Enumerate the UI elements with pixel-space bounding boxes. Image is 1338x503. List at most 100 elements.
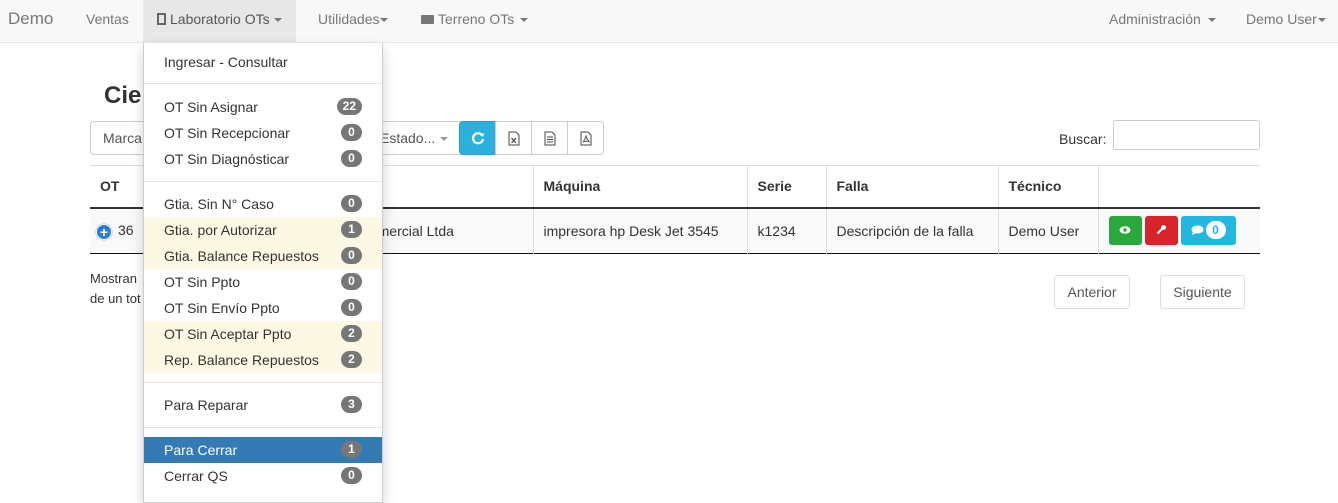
comment-icon xyxy=(1191,225,1203,236)
count-badge: 0 xyxy=(341,150,362,167)
menu-item-label: OT Sin Recepcionar xyxy=(164,125,290,141)
caret-down-icon xyxy=(380,18,389,23)
nav-terreno-label: Terreno OTs xyxy=(438,11,515,27)
export-document-button[interactable] xyxy=(531,121,568,155)
cell-actions: 0 xyxy=(1097,207,1260,254)
count-badge: 1 xyxy=(341,441,362,458)
nav-utilidades-label: Utilidades xyxy=(318,11,380,27)
menu-item-label: Gtia. Sin N° Caso xyxy=(164,196,274,212)
menu-item-label: OT Sin Asignar xyxy=(164,99,258,115)
cell-tecnico: Demo User xyxy=(997,207,1098,254)
nav-utilidades[interactable]: Utilidades xyxy=(318,0,389,42)
refresh-icon xyxy=(471,132,484,145)
pdf-icon xyxy=(580,131,591,145)
menu-item-ingresar-consultar[interactable]: Ingresar - Consultar xyxy=(144,49,382,75)
count-badge: 2 xyxy=(341,325,362,342)
menu-item-para-reparar[interactable]: Para Reparar 3 xyxy=(144,392,382,418)
count-badge: 0 xyxy=(341,273,362,290)
nav-user-menu[interactable]: Demo User xyxy=(1246,0,1326,42)
menu-item-label: OT Sin Ppto xyxy=(164,274,241,290)
wrench-icon xyxy=(1156,225,1166,235)
marca-select[interactable]: Marca xyxy=(90,121,150,155)
menu-item-label: OT Sin Diagnósticar xyxy=(164,151,290,167)
nav-laboratorio-label: Laboratorio OTs xyxy=(170,11,270,27)
export-button-group xyxy=(459,121,604,155)
cell-ot: +36 xyxy=(90,208,145,254)
menu-item-label: Para Cerrar xyxy=(164,442,238,458)
col-header-tecnico[interactable]: Técnico xyxy=(997,165,1098,208)
caret-down-icon xyxy=(273,18,282,23)
refresh-button[interactable] xyxy=(459,121,496,155)
menu-item-ot-sin-envio-ppto[interactable]: OT Sin Envío Ppto 0 xyxy=(144,295,382,321)
menu-divider xyxy=(144,181,382,182)
nav-terreno-ots[interactable]: Terreno OTs xyxy=(421,0,529,42)
building-icon xyxy=(157,13,166,25)
table-info-line2: de un tot xyxy=(90,291,141,306)
export-pdf-button[interactable] xyxy=(567,121,604,155)
table-info-line1: Mostran xyxy=(90,271,137,286)
menu-item-ot-sin-ppto[interactable]: OT Sin Ppto 0 xyxy=(144,269,382,295)
search-label: Buscar: xyxy=(1059,131,1107,147)
count-badge: 0 xyxy=(341,299,362,316)
export-excel-button[interactable] xyxy=(495,121,532,155)
nav-ventas[interactable]: Ventas xyxy=(86,0,129,42)
menu-item-ot-sin-aceptar-ppto[interactable]: OT Sin Aceptar Ppto 2 xyxy=(144,321,382,347)
estado-select-label: Estado... xyxy=(380,130,436,146)
col-header-maquina[interactable]: Máquina xyxy=(532,165,747,208)
comments-button[interactable]: 0 xyxy=(1180,216,1236,246)
menu-item-gtia-sin-caso[interactable]: Gtia. Sin N° Caso 0 xyxy=(144,191,382,217)
menu-item-label: Cerrar QS xyxy=(164,468,228,484)
navbar: Demo Ventas Laboratorio OTs Utilidades T… xyxy=(0,0,1338,43)
caret-down-icon xyxy=(1207,18,1216,23)
menu-item-para-cerrar[interactable]: Para Cerrar 1 xyxy=(144,437,382,463)
menu-item-rep-balance-repuestos[interactable]: Rep. Balance Repuestos 2 xyxy=(144,347,382,373)
truck-icon xyxy=(421,15,434,24)
count-badge: 2 xyxy=(341,351,362,368)
page-title: Cie xyxy=(104,82,142,109)
count-badge: 0 xyxy=(341,195,362,212)
menu-item-label: OT Sin Aceptar Ppto xyxy=(164,326,292,342)
count-badge: 22 xyxy=(336,98,362,115)
menu-item-ot-sin-diagnosticar[interactable]: OT Sin Diagnósticar 0 xyxy=(144,146,382,172)
menu-item-label: OT Sin Envío Ppto xyxy=(164,300,280,316)
menu-item-label: Rep. Balance Repuestos xyxy=(164,352,319,368)
nav-administracion[interactable]: Administración xyxy=(1109,0,1216,42)
count-badge: 0 xyxy=(341,467,362,484)
view-button[interactable] xyxy=(1108,216,1142,246)
cell-falla: Descripción de la falla xyxy=(825,207,998,254)
nav-administracion-label: Administración xyxy=(1109,11,1201,27)
menu-item-gtia-por-autorizar[interactable]: Gtia. por Autorizar 1 xyxy=(144,217,382,243)
menu-item-ot-sin-asignar[interactable]: OT Sin Asignar 22 xyxy=(144,94,382,120)
col-header-actions xyxy=(1097,165,1260,208)
document-icon xyxy=(544,131,555,145)
menu-item-cerrar-qs[interactable]: Cerrar QS 0 xyxy=(144,463,382,489)
brand-link[interactable]: Demo xyxy=(8,0,53,42)
col-header-ot[interactable]: OT xyxy=(90,166,145,208)
menu-divider xyxy=(144,382,382,383)
excel-icon xyxy=(508,131,519,145)
count-badge: 0 xyxy=(341,124,362,141)
search-input[interactable] xyxy=(1113,120,1260,150)
menu-item-gtia-balance-repuestos[interactable]: Gtia. Balance Repuestos 0 xyxy=(144,243,382,269)
pagination-next[interactable]: Siguiente xyxy=(1160,275,1245,309)
comments-count: 0 xyxy=(1205,221,1226,240)
menu-divider xyxy=(144,83,382,84)
repair-button[interactable] xyxy=(1144,216,1178,246)
expand-row-icon[interactable]: + xyxy=(96,223,112,240)
count-badge: 1 xyxy=(341,221,362,238)
count-badge: 3 xyxy=(341,396,362,413)
ot-number: 36 xyxy=(118,221,134,238)
pagination-prev[interactable]: Anterior xyxy=(1054,275,1130,309)
cell-maquina: impresora hp Desk Jet 3545 xyxy=(532,207,747,254)
nav-user-label: Demo User xyxy=(1246,11,1317,27)
menu-item-label: Gtia. por Autorizar xyxy=(164,222,277,238)
laboratorio-dropdown-menu: Ingresar - Consultar OT Sin Asignar 22 OT… xyxy=(143,43,383,503)
cell-serie: k1234 xyxy=(746,207,826,254)
menu-item-ot-sin-recepcionar[interactable]: OT Sin Recepcionar 0 xyxy=(144,120,382,146)
nav-laboratorio-ots[interactable]: Laboratorio OTs xyxy=(143,0,296,42)
col-header-serie[interactable]: Serie xyxy=(746,165,826,208)
col-header-falla[interactable]: Falla xyxy=(825,165,998,208)
eye-icon xyxy=(1119,226,1131,235)
caret-down-icon xyxy=(1317,18,1326,23)
caret-down-icon xyxy=(440,137,449,142)
